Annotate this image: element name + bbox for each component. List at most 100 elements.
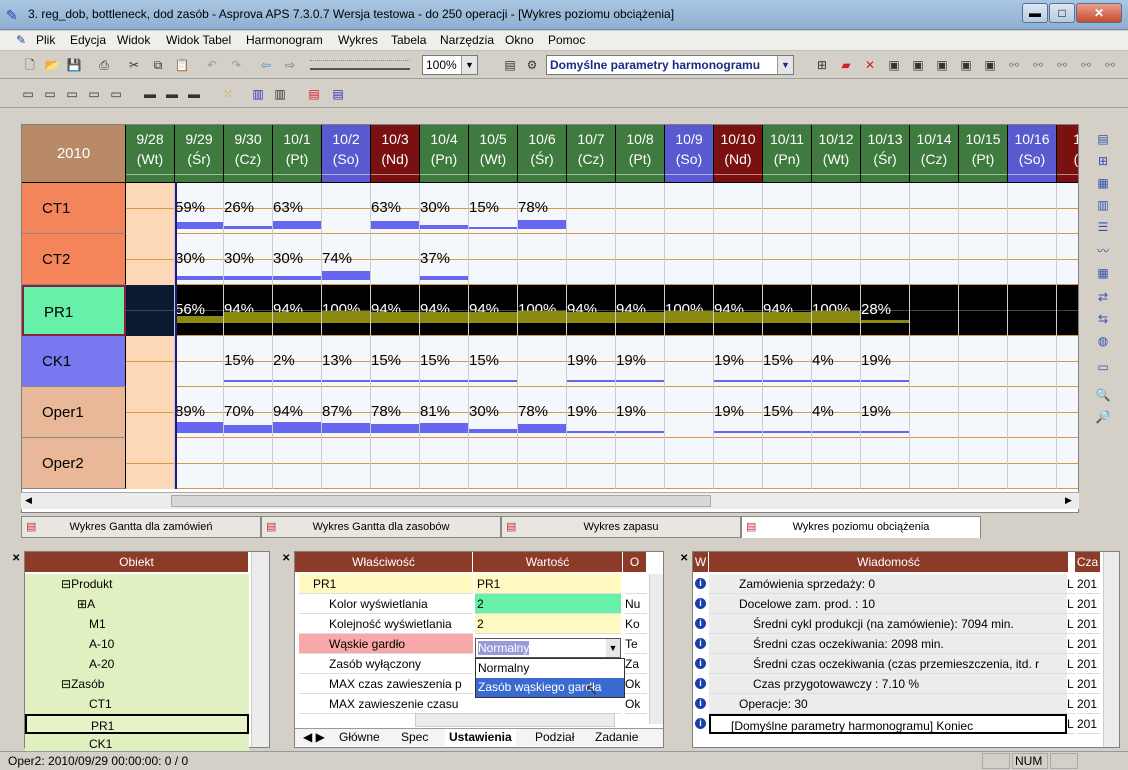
chart-tab[interactable]: ▤ Wykres Gantta dla zasobów (261, 516, 501, 538)
align-2-icon[interactable]: ▭ (40, 84, 60, 104)
filter-icon[interactable]: ▦ (1094, 174, 1112, 192)
message-text[interactable]: [Domyślne parametry harmonogramu] Koniec (709, 714, 1067, 734)
open-icon[interactable]: 📂 (42, 55, 62, 75)
message-text[interactable]: Średni czas oczekiwania (czas przemieszc… (709, 654, 1067, 674)
message-text[interactable]: Docelowe zam. prod. : 10 (709, 594, 1067, 614)
tree-item[interactable]: M1 (25, 614, 249, 634)
tree-icon[interactable]: ⊞ (812, 55, 832, 75)
chart-tab[interactable]: ▤ Wykres Gantta dla zamówień (21, 516, 261, 538)
chart-tab[interactable]: ▤ Wykres poziomu obciążenia (741, 516, 981, 538)
align-3-icon[interactable]: ▭ (62, 84, 82, 104)
resource-label[interactable]: CK1 (22, 336, 126, 387)
property-value[interactable]: 2 (475, 594, 621, 614)
minimize-button[interactable]: ▬ (1022, 3, 1048, 23)
tree-scrollbar[interactable] (251, 552, 269, 747)
forward-icon[interactable]: ⇨ (280, 55, 300, 75)
params-icon[interactable]: ▤ (500, 55, 520, 75)
link4-icon[interactable]: ⚯ (1076, 55, 1096, 75)
menu-8[interactable]: Okno (505, 33, 534, 47)
message-text[interactable]: Czas przygotowawczy : 7.10 % (709, 674, 1067, 694)
close-icon[interactable]: ✕ (282, 553, 290, 564)
chart-hscrollbar[interactable]: ◀ ▶ (21, 492, 1079, 509)
link2-icon[interactable]: ⚯ (1028, 55, 1048, 75)
arrows-icon[interactable]: ⇄ (1094, 288, 1112, 306)
menu-0[interactable]: Plik (36, 33, 55, 47)
link-icon[interactable]: ⚯ (1004, 55, 1024, 75)
step4-icon[interactable]: ▣ (956, 55, 976, 75)
resource-label[interactable]: PR1 (22, 285, 126, 336)
menu-4[interactable]: Harmonogram (246, 33, 323, 47)
zoom-in-icon[interactable]: 🔎 (1094, 408, 1112, 426)
menu-7[interactable]: Narzędzia (440, 33, 494, 47)
step3-icon[interactable]: ▣ (932, 55, 952, 75)
align-1-icon[interactable]: ▭ (18, 84, 38, 104)
tree-item[interactable]: ⊟Zasób (25, 674, 249, 694)
step1-icon[interactable]: ▣ (884, 55, 904, 75)
prop-vscrollbar[interactable] (649, 574, 663, 724)
tree-item[interactable]: CT1 (25, 694, 249, 714)
gantt-icon[interactable]: ▤ (1094, 130, 1112, 148)
tree-item[interactable]: A-10 (25, 634, 249, 654)
menu-5[interactable]: Wykres (338, 33, 378, 47)
property-tab[interactable]: Zadanie (591, 729, 642, 746)
list-icon[interactable]: ☰ (1094, 218, 1112, 236)
print-icon[interactable]: ⎙ (94, 55, 114, 75)
property-value[interactable]: PR1 (475, 574, 621, 594)
maximize-button[interactable]: □ (1049, 3, 1075, 23)
link5-icon[interactable]: ⚯ (1100, 55, 1120, 75)
color-icon[interactable]: ▰ (836, 55, 856, 75)
copy-icon[interactable]: ⧉ (148, 55, 168, 75)
menu-1[interactable]: Edycja (70, 33, 106, 47)
scroll-thumb[interactable] (171, 495, 711, 507)
message-text[interactable]: Operacje: 30 (709, 694, 1067, 714)
bottleneck-select[interactable]: Normalny ▼ (475, 638, 621, 658)
tree-item[interactable]: A-20 (25, 654, 249, 674)
dropdown-option-normal[interactable]: Normalny (476, 659, 624, 678)
row-1-icon[interactable]: ▬ (140, 84, 160, 104)
expand-icon[interactable]: ⊟ (61, 577, 71, 591)
bars-icon[interactable]: ▥ (248, 84, 268, 104)
table-icon[interactable]: ▥ (1094, 196, 1112, 214)
chart-icon[interactable]: ⊞ (1094, 152, 1112, 170)
menu-2[interactable]: Widok (117, 33, 150, 47)
menu-9[interactable]: Pomoc (548, 33, 585, 47)
close-icon[interactable]: ✕ (12, 553, 20, 564)
align-4-icon[interactable]: ▭ (84, 84, 104, 104)
redo-icon[interactable]: ↷ (226, 55, 246, 75)
resource-label[interactable]: CT1 (22, 183, 126, 234)
tab-nav-icon[interactable]: ◀ ▶ (299, 729, 329, 746)
zoom-out-icon[interactable]: 🔍 (1094, 386, 1112, 404)
message-text[interactable]: Średni cykl produkcji (na zamówienie): 7… (709, 614, 1067, 634)
property-tab[interactable]: Ustawienia (445, 729, 516, 746)
tree-item[interactable]: PR1 (25, 714, 249, 734)
delete-icon[interactable]: ✕ (860, 55, 880, 75)
message-text[interactable]: Średni czas oczekiwania: 2098 min. (709, 634, 1067, 654)
menu-3[interactable]: Widok Tabel (166, 33, 231, 47)
resource-label[interactable]: CT2 (22, 234, 126, 285)
gantt-color-icon[interactable]: ▤ (304, 84, 324, 104)
resource-label[interactable]: Oper1 (22, 387, 126, 438)
expand-icon[interactable]: ⊞ (77, 597, 87, 611)
dropdown-option-bottleneck[interactable]: Zasób wąskiego gardła (476, 678, 624, 697)
scroll-right-icon[interactable]: ▶ (1065, 495, 1072, 506)
save-icon[interactable]: 💾 (64, 55, 84, 75)
bars2-icon[interactable]: ▥ (270, 84, 290, 104)
step2-icon[interactable]: ▣ (908, 55, 928, 75)
property-value[interactable]: 2 (475, 614, 621, 634)
close-button[interactable]: ✕ (1076, 3, 1122, 23)
cut-icon[interactable]: ✂ (124, 55, 144, 75)
grid-icon[interactable]: ▦ (1094, 264, 1112, 282)
expand-icon[interactable]: ⊟ (61, 677, 71, 691)
row-2-icon[interactable]: ▬ (162, 84, 182, 104)
zoom-combo[interactable]: 100% ▼ (422, 55, 478, 75)
globe-icon[interactable]: ◍ (1094, 332, 1112, 350)
row-3-icon[interactable]: ▬ (184, 84, 204, 104)
step5-icon[interactable]: ▣ (980, 55, 1000, 75)
new-icon[interactable]: 🗋 (20, 55, 40, 75)
menu-6[interactable]: Tabela (391, 33, 426, 47)
params-edit-icon[interactable]: ⚙ (522, 55, 542, 75)
schedule-params-select[interactable]: Domyślne parametry harmonogramu ▼ (546, 55, 794, 75)
property-tab[interactable]: Podział (531, 729, 578, 746)
align-5-icon[interactable]: ▭ (106, 84, 126, 104)
back-icon[interactable]: ⇦ (256, 55, 276, 75)
